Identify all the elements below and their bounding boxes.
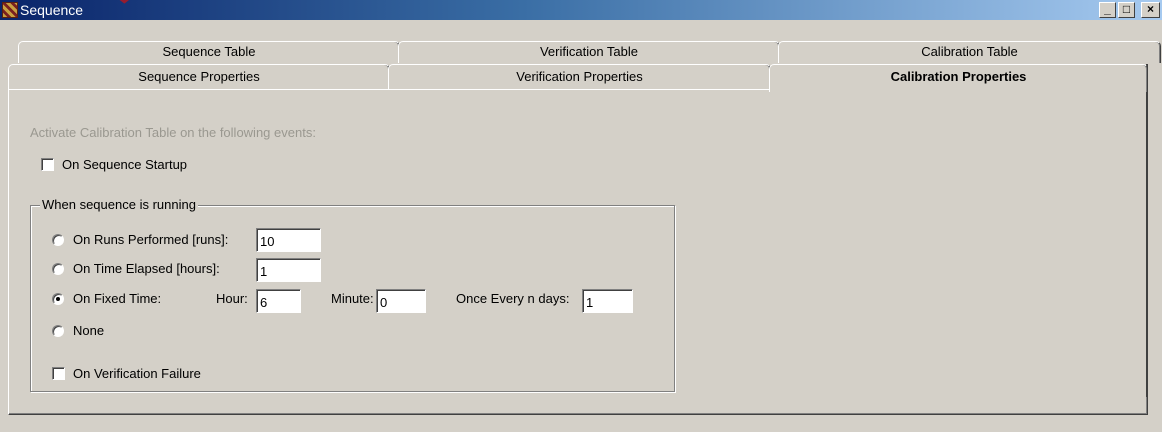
- days-input[interactable]: [582, 289, 633, 313]
- time-elapsed-radio[interactable]: [52, 263, 64, 275]
- tab-verification-table[interactable]: Verification Table: [398, 41, 780, 63]
- runs-performed-label[interactable]: On Runs Performed [runs]:: [73, 232, 228, 247]
- panel-edge: [1146, 64, 1148, 397]
- minimize-button[interactable]: _: [1099, 2, 1116, 18]
- verification-failure-label[interactable]: On Verification Failure: [73, 366, 201, 381]
- runs-performed-input[interactable]: [256, 228, 321, 252]
- tab-calibration-properties[interactable]: Calibration Properties: [769, 64, 1148, 92]
- fixed-time-label[interactable]: On Fixed Time:: [73, 291, 161, 306]
- on-sequence-startup-checkbox[interactable]: [41, 158, 54, 171]
- tab-sequence-properties[interactable]: Sequence Properties: [8, 64, 390, 90]
- instruction-text: Activate Calibration Table on the follow…: [30, 125, 316, 140]
- window-title: Sequence: [20, 2, 84, 18]
- groupbox-label: When sequence is running: [40, 197, 198, 213]
- none-radio[interactable]: [52, 325, 64, 337]
- hour-input[interactable]: [256, 289, 301, 313]
- app-icon: [2, 2, 18, 18]
- runs-performed-radio[interactable]: [52, 234, 64, 246]
- hour-label: Hour:: [216, 291, 248, 306]
- close-button[interactable]: ×: [1141, 2, 1160, 18]
- verification-failure-checkbox[interactable]: [52, 367, 65, 380]
- on-sequence-startup-label[interactable]: On Sequence Startup: [62, 157, 187, 172]
- days-label: Once Every n days:: [456, 291, 570, 306]
- tab-sequence-table[interactable]: Sequence Table: [18, 41, 400, 63]
- fixed-time-radio[interactable]: [52, 293, 64, 305]
- minute-label: Minute:: [331, 291, 374, 306]
- time-elapsed-label[interactable]: On Time Elapsed [hours]:: [73, 261, 220, 276]
- none-label[interactable]: None: [73, 323, 104, 338]
- tab-calibration-table[interactable]: Calibration Table: [778, 41, 1161, 63]
- title-bar[interactable]: Sequence: [0, 0, 1162, 20]
- time-elapsed-input[interactable]: [256, 258, 321, 282]
- tab-verification-properties[interactable]: Verification Properties: [388, 64, 771, 90]
- maximize-button[interactable]: □: [1118, 2, 1135, 18]
- minute-input[interactable]: [376, 289, 426, 313]
